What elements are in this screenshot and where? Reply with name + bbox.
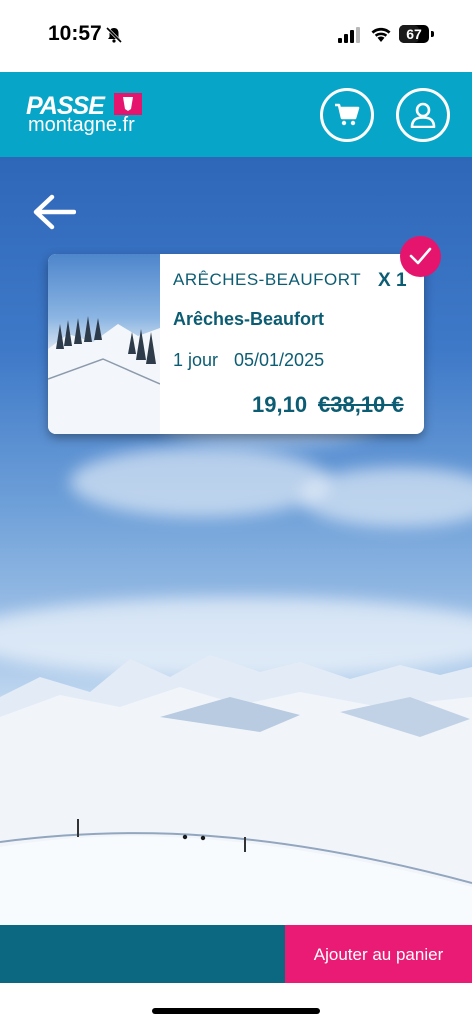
quantity-label: X 1	[378, 270, 407, 291]
price: 19,10	[252, 392, 308, 417]
selected-badge[interactable]	[400, 236, 441, 277]
battery-icon: 67	[399, 25, 429, 43]
add-to-cart-button[interactable]: Ajouter au panier	[285, 925, 472, 983]
cart-icon	[335, 103, 360, 126]
pass-card[interactable]: ARÊCHES-BEAUFORT X 1 Arêches-Beaufort 1 …	[48, 254, 424, 434]
wifi-icon	[371, 27, 391, 42]
home-indicator[interactable]	[152, 1008, 320, 1014]
product-name: Arêches-Beaufort	[173, 309, 325, 329]
station-photo	[48, 254, 160, 434]
status-bar: 10:57 67	[0, 0, 472, 72]
logo[interactable]: PASSE montagne.fr	[26, 92, 156, 142]
battery-cap	[431, 31, 434, 37]
bell-slash-icon	[105, 26, 123, 44]
station-name: ARÊCHES-BEAUFORT	[173, 270, 362, 289]
back-arrow-icon[interactable]	[32, 192, 76, 232]
logo-badge	[114, 93, 142, 115]
account-button[interactable]	[396, 88, 450, 142]
battery-percent: 67	[406, 26, 422, 42]
logo-text-bottom: montagne.fr	[28, 114, 135, 136]
signal-icon	[338, 27, 360, 43]
pass-duration: 1 jour	[173, 350, 219, 370]
status-time: 10:57	[48, 22, 102, 45]
check-icon	[409, 247, 432, 265]
cart-button[interactable]	[320, 88, 374, 142]
old-price: €38,10 €	[318, 392, 404, 417]
pass-date: 05/01/2025	[234, 350, 325, 370]
user-icon	[410, 102, 436, 128]
